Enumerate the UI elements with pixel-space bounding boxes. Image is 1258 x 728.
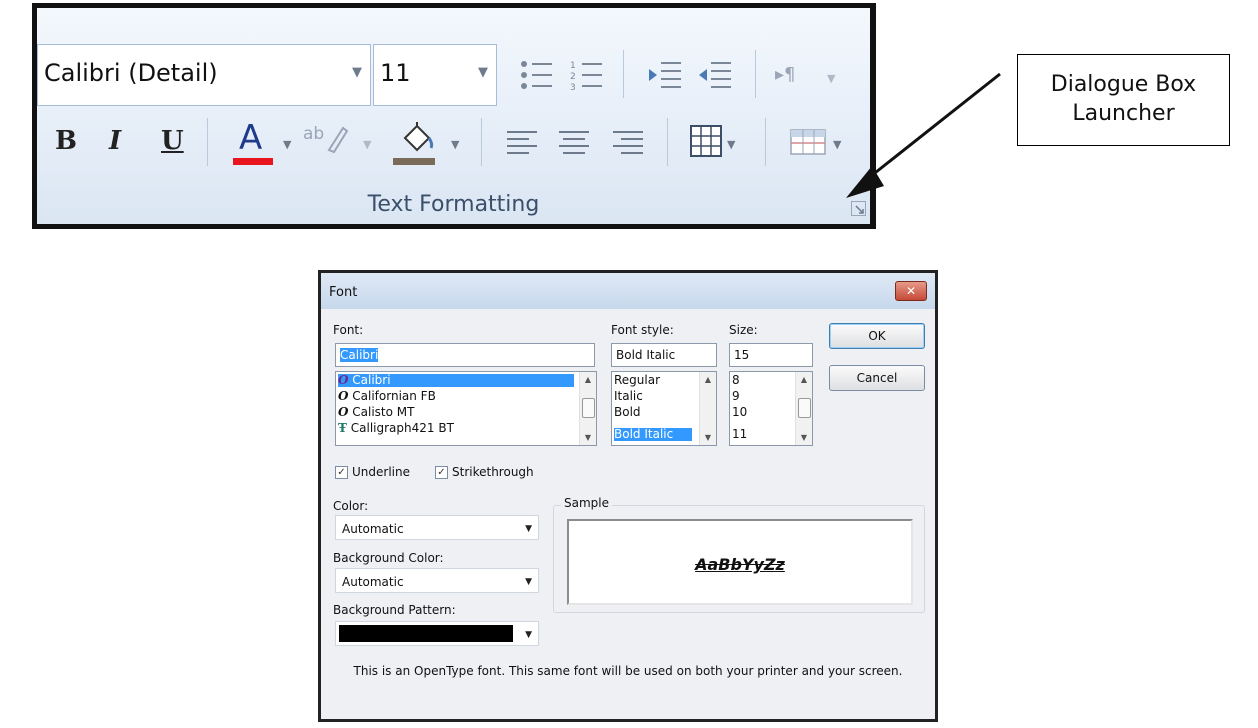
opentype-icon: O — [338, 389, 349, 403]
list-item-label: Calligraph421 BT — [350, 421, 454, 435]
list-item[interactable]: 11 — [732, 428, 747, 441]
list-item[interactable]: Italic — [614, 390, 643, 403]
close-button[interactable]: ✕ — [895, 281, 927, 301]
chevron-down-icon[interactable]: ▼ — [525, 577, 532, 587]
scroll-down-icon[interactable]: ▼ — [796, 433, 812, 442]
font-dialog: Font ✕ Font: Calibri O Calibri O Califor… — [318, 270, 938, 722]
color-select[interactable]: Automatic ▼ — [335, 515, 539, 540]
background-color-select-value: Automatic — [342, 575, 404, 589]
background-color-label: Background Color: — [333, 551, 444, 565]
background-color-select[interactable]: Automatic ▼ — [335, 568, 539, 593]
list-item[interactable]: Ŧ Calligraph421 BT — [338, 422, 454, 435]
list-item[interactable]: Regular — [614, 374, 660, 387]
font-label: Font: — [333, 323, 364, 337]
color-select-value: Automatic — [342, 522, 404, 536]
list-item-label: Californian FB — [352, 389, 436, 403]
font-list[interactable]: O Calibri O Californian FB O Calisto MT … — [335, 371, 597, 446]
sample-label: Sample — [561, 496, 612, 510]
font-style-input[interactable]: Bold Italic — [611, 343, 717, 367]
size-label: Size: — [729, 323, 758, 337]
callout-arrow — [846, 72, 1001, 198]
scroll-thumb[interactable] — [582, 398, 595, 418]
font-input[interactable]: Calibri — [335, 343, 595, 367]
list-item[interactable]: Bold Italic — [614, 428, 692, 441]
list-item-label: Calisto MT — [352, 405, 415, 419]
ok-button[interactable]: OK — [829, 323, 925, 349]
sample-text: AaBbYyZz — [695, 555, 785, 574]
list-item-label: Calibri — [352, 373, 391, 387]
font-style-label: Font style: — [611, 323, 674, 337]
scroll-up-icon[interactable]: ▲ — [700, 375, 716, 384]
font-style-list[interactable]: Regular Italic Bold Bold Italic ▲ ▼ — [611, 371, 717, 446]
list-item[interactable]: 9 — [732, 390, 740, 403]
scroll-thumb[interactable] — [798, 398, 811, 418]
scroll-up-icon[interactable]: ▲ — [580, 375, 596, 384]
font-style-scrollbar[interactable]: ▲ ▼ — [699, 372, 716, 445]
list-item[interactable]: O Californian FB — [338, 390, 436, 403]
check-icon: ✓ — [337, 467, 346, 478]
font-list-scrollbar[interactable]: ▲ ▼ — [579, 372, 596, 445]
font-description: This is an OpenType font. This same font… — [353, 664, 903, 678]
list-item[interactable]: O Calibri — [338, 374, 574, 387]
underline-checkbox-label: Underline — [352, 465, 410, 479]
background-pattern-label: Background Pattern: — [333, 603, 456, 617]
opentype-icon: O — [338, 405, 349, 419]
size-list-scrollbar[interactable]: ▲ ▼ — [795, 372, 812, 445]
list-item[interactable]: O Calisto MT — [338, 406, 414, 419]
strikethrough-checkbox-label: Strikethrough — [452, 465, 534, 479]
list-item[interactable]: Bold — [614, 406, 641, 419]
size-list[interactable]: 8 9 10 11 ▲ ▼ — [729, 371, 813, 446]
scroll-up-icon[interactable]: ▲ — [796, 375, 812, 384]
pattern-swatch — [339, 625, 513, 642]
list-item[interactable]: 10 — [732, 406, 747, 419]
truetype-icon: Ŧ — [338, 421, 347, 435]
scroll-down-icon[interactable]: ▼ — [580, 433, 596, 442]
background-pattern-select[interactable]: ▼ — [335, 621, 539, 646]
size-input[interactable]: 15 — [729, 343, 813, 367]
check-icon: ✓ — [437, 467, 446, 478]
color-label: Color: — [333, 499, 369, 513]
chevron-down-icon[interactable]: ▼ — [525, 524, 532, 534]
dialog-titlebar[interactable]: Font ✕ — [321, 273, 935, 309]
cancel-button[interactable]: Cancel — [829, 365, 925, 391]
dialog-title: Font — [329, 285, 358, 300]
chevron-down-icon[interactable]: ▼ — [525, 630, 532, 640]
scroll-down-icon[interactable]: ▼ — [700, 433, 716, 442]
strikethrough-checkbox[interactable]: ✓ — [435, 466, 448, 479]
opentype-icon: O — [338, 373, 349, 387]
font-input-value: Calibri — [340, 348, 379, 362]
sample-preview: AaBbYyZz — [567, 519, 913, 605]
underline-checkbox[interactable]: ✓ — [335, 466, 348, 479]
list-item[interactable]: 8 — [732, 374, 740, 387]
